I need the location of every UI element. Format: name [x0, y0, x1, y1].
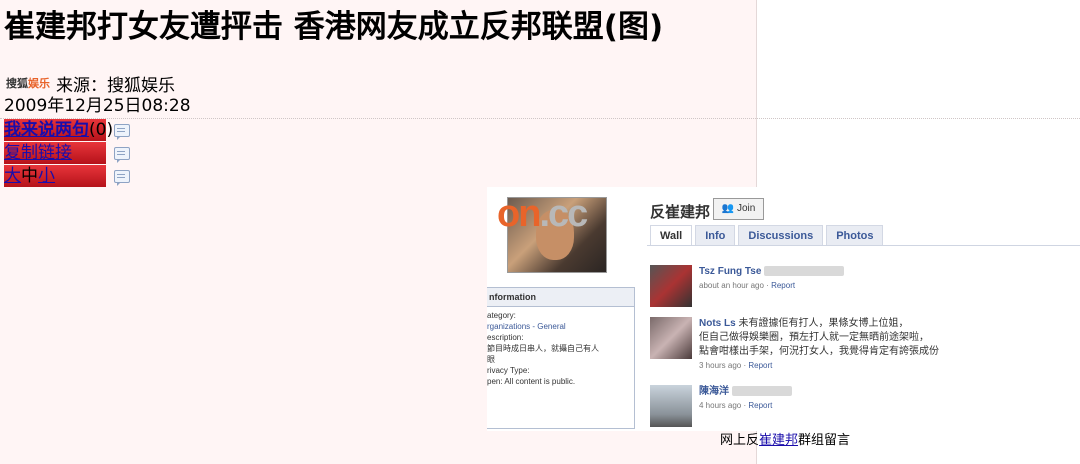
font-size-button: 大中小: [4, 165, 106, 187]
poster-avatar: [650, 317, 692, 359]
font-medium-label[interactable]: 中: [21, 166, 38, 186]
copy-link[interactable]: 复制链接: [4, 143, 72, 163]
divider: [0, 118, 1080, 119]
post-text: 未有證據佢有打人，果條女博上位姐，: [738, 318, 909, 329]
copy-link-button[interactable]: 复制链接: [4, 142, 106, 164]
source-row: 搜狐娱乐 来源：搜狐娱乐: [6, 72, 175, 96]
info-title: nformation: [487, 288, 634, 307]
caption-link[interactable]: 崔建邦: [759, 433, 798, 448]
tab-photos: Photos: [826, 225, 884, 246]
article-title: 崔建邦打女友遭抨击 香港网友成立反邦联盟(图): [4, 9, 664, 45]
tab-underline: [647, 245, 1080, 246]
tab-info: Info: [695, 225, 736, 246]
comment-button[interactable]: 我来说两句(0): [4, 119, 113, 141]
comment-link[interactable]: 我来说两句: [4, 120, 89, 140]
font-size-row: 大中小: [4, 165, 130, 187]
post-text: 點會咁樣出手架，何況打女人，我覺得肯定有誇張成份: [699, 346, 939, 357]
chat-icon[interactable]: [114, 169, 130, 186]
wall-post: Nots Ls 未有證據佢有打人，果條女博上位姐， 佢自己做得娛樂圈，預左打人就…: [650, 317, 939, 373]
poster-name: 陳海洋: [699, 386, 729, 397]
comment-row: 我来说两句(0): [4, 119, 130, 141]
poster-avatar: [650, 265, 692, 307]
wall-post: 陳海洋 4 hours ago · Report: [650, 385, 792, 427]
group-tabs: Wall Info Discussions Photos: [650, 225, 886, 246]
join-button: 👥 Join: [713, 198, 764, 220]
info-box: nformation ategory: rganizations - Gener…: [487, 287, 635, 429]
group-name: 反崔建邦: [650, 204, 711, 221]
chat-icon[interactable]: [114, 146, 130, 163]
publish-date: 2009年12月25日08:28: [4, 96, 191, 116]
wall-post: Tsz Fung Tse about an hour ago · Report: [650, 265, 845, 307]
sohu-ent-logo: 搜狐娱乐: [6, 77, 50, 90]
blurred-text: [731, 386, 792, 397]
poster-avatar: [650, 385, 692, 427]
source-text: 来源：搜狐娱乐: [56, 75, 175, 96]
tab-discussions: Discussions: [738, 225, 824, 246]
font-large-link[interactable]: 大: [4, 166, 21, 186]
poster-name: Tsz Fung Tse: [699, 266, 762, 277]
copy-link-row: 复制链接: [4, 142, 130, 164]
image-caption: 网上反崔建邦群组留言: [720, 433, 851, 448]
blurred-text: [764, 266, 845, 277]
info-text: ategory: rganizations - General escripti…: [487, 311, 599, 386]
facebook-group-screenshot: on.cc 反崔建邦 👥 Join Wall Info Discussions …: [487, 187, 1080, 431]
font-small-link[interactable]: 小: [38, 166, 55, 186]
comment-icon[interactable]: [114, 123, 130, 140]
oncc-logo: on.cc: [497, 193, 588, 235]
comment-count: (0): [89, 120, 114, 140]
tab-wall: Wall: [650, 225, 693, 246]
post-text: 佢自己做得娛樂圈，預左打人就一定無晒前途架啦，: [699, 332, 929, 343]
poster-name: Nots Ls: [699, 318, 736, 329]
